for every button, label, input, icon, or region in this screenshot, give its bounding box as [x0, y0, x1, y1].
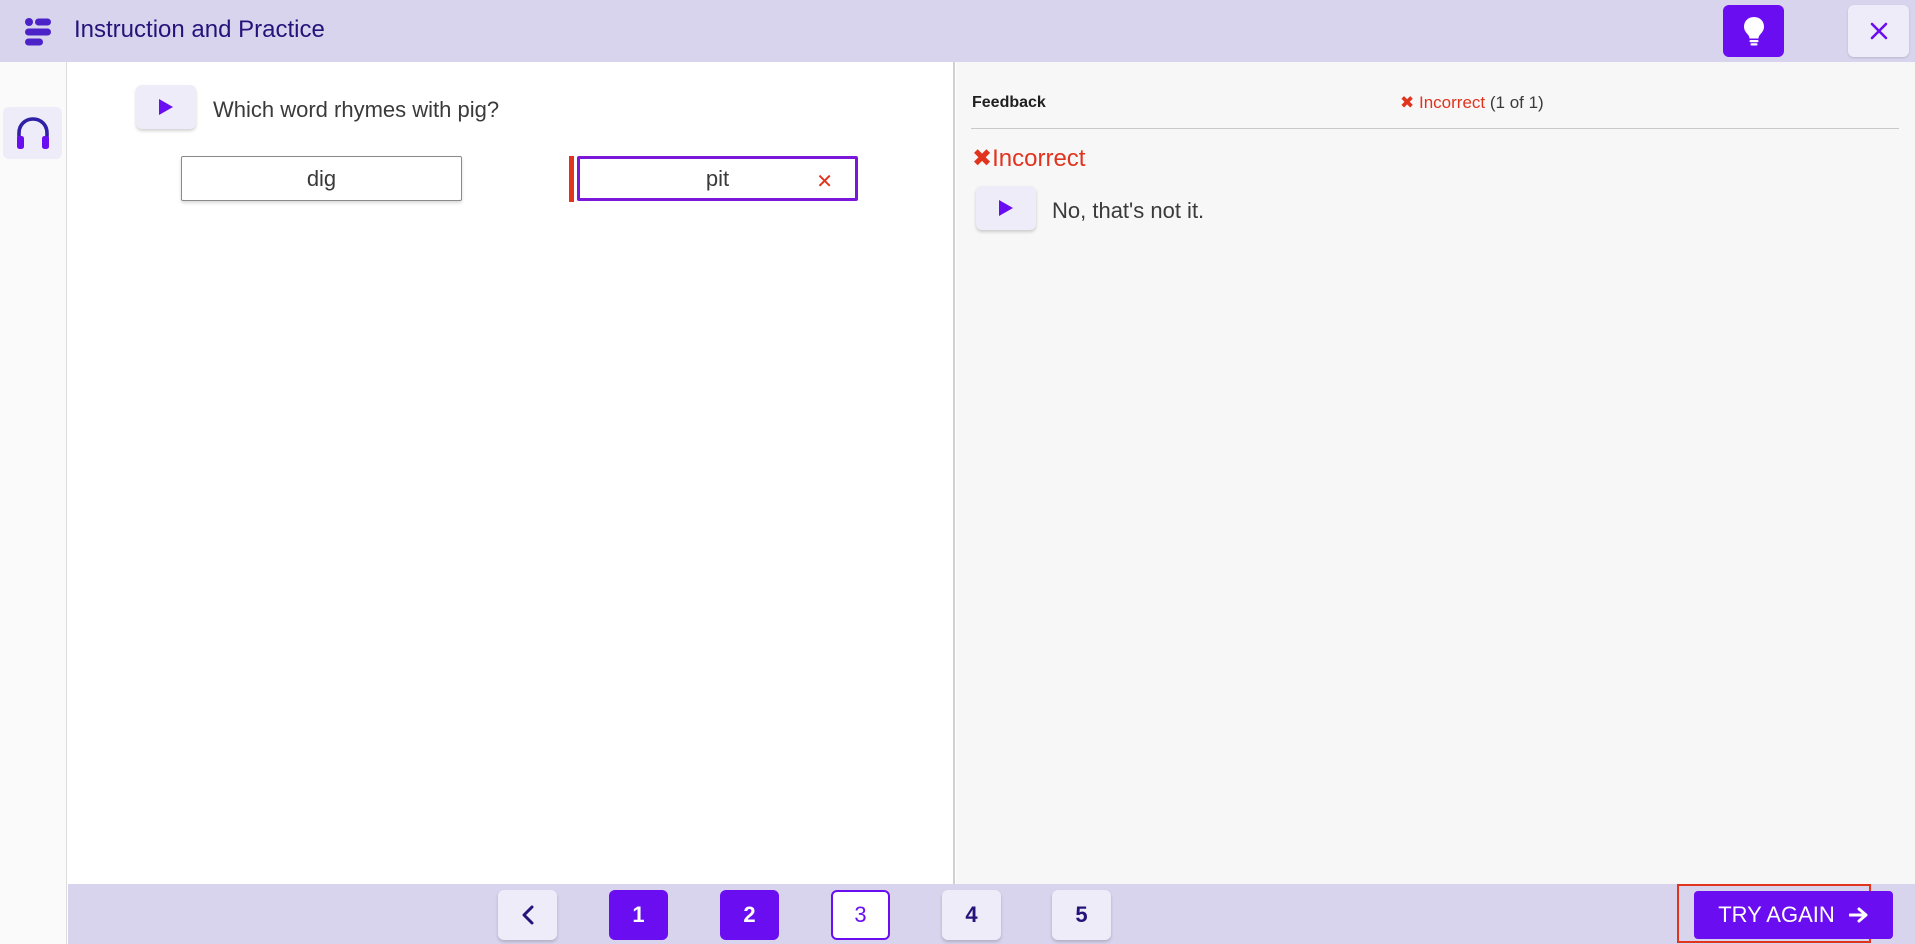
headphones-icon	[16, 117, 49, 149]
left-toolbar	[0, 62, 67, 944]
close-icon	[1870, 22, 1887, 40]
play-icon	[999, 200, 1013, 216]
feedback-message: No, that's not it.	[1052, 198, 1205, 223]
feedback-panel: Feedback ✖ Incorrect (1 of 1) ✖Incorrect…	[956, 62, 1915, 884]
page-button-3[interactable]: 3	[831, 890, 890, 940]
feedback-heading: ✖Incorrect	[972, 144, 1085, 173]
incorrect-marker-bar	[569, 156, 574, 202]
panel-divider	[953, 62, 955, 884]
page-button-5[interactable]: 5	[1052, 890, 1111, 940]
lightbulb-icon	[1743, 17, 1764, 46]
chevron-left-icon	[522, 905, 533, 925]
try-again-label: TRY AGAIN	[1718, 902, 1835, 927]
page-title: Instruction and Practice	[74, 16, 325, 43]
attempt-counter: (1 of 1)	[1489, 93, 1544, 112]
answer-choice-pit[interactable]: pit ✕	[577, 156, 858, 201]
feedback-play-button[interactable]	[976, 186, 1036, 230]
previous-button[interactable]	[498, 890, 557, 940]
bottom-navigation: 1 2 3 4 5 TRY AGAIN	[68, 884, 1915, 944]
play-icon	[159, 99, 173, 115]
arrow-right-icon	[1848, 907, 1868, 923]
incorrect-x-icon: ✖	[1400, 93, 1415, 112]
answer-choice-label: dig	[306, 165, 337, 191]
feedback-status-word: Incorrect	[1418, 93, 1486, 112]
question-panel: Which word rhymes with pig? dig pit ✕	[68, 62, 954, 884]
top-bar: Instruction and Practice	[0, 0, 1915, 62]
answer-choice-dig[interactable]: dig	[181, 156, 462, 201]
page-button-2[interactable]: 2	[720, 890, 779, 940]
question-play-button[interactable]	[136, 85, 196, 129]
audio-button[interactable]	[3, 107, 62, 159]
menu-icon[interactable]	[24, 17, 52, 47]
feedback-divider	[971, 128, 1899, 129]
close-button[interactable]	[1848, 5, 1909, 57]
hint-button[interactable]	[1723, 5, 1784, 57]
page-button-1[interactable]: 1	[609, 890, 668, 940]
feedback-status: ✖ Incorrect (1 of 1)	[1400, 93, 1544, 113]
feedback-label: Feedback	[972, 94, 1046, 111]
incorrect-x-icon: ✖	[972, 145, 993, 172]
question-text: Which word rhymes with pig?	[213, 97, 500, 122]
incorrect-x-icon: ✕	[816, 171, 833, 193]
answer-choice-label: pit	[705, 165, 730, 191]
page-button-4[interactable]: 4	[942, 890, 1001, 940]
try-again-button[interactable]: TRY AGAIN	[1694, 891, 1893, 939]
feedback-heading-text: Incorrect	[992, 145, 1086, 172]
